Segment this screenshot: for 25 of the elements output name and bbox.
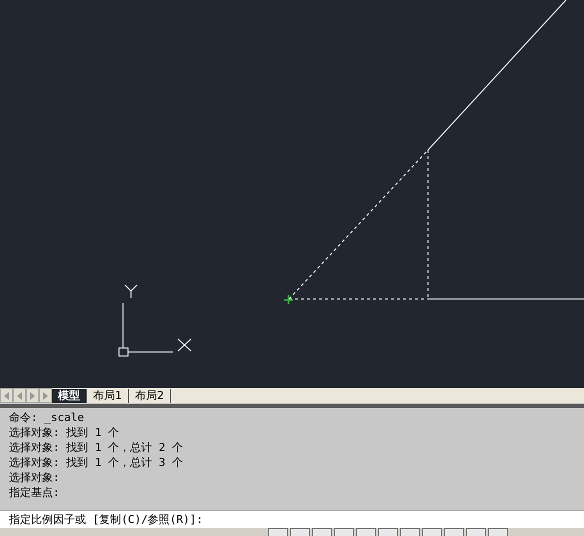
status-toggle-button[interactable] <box>444 528 464 536</box>
status-toggle-button[interactable] <box>400 528 420 536</box>
base-point-icon <box>284 295 293 304</box>
status-toggle-button[interactable] <box>334 528 354 536</box>
status-toggle-button[interactable] <box>466 528 486 536</box>
status-toggle-button[interactable] <box>488 528 508 536</box>
tab-scroll-button[interactable] <box>13 388 26 403</box>
command-history-line: 选择对象: 找到 1 个 <box>9 425 120 440</box>
command-history-line: 选择对象: 找到 1 个，总计 3 个 <box>9 455 184 470</box>
command-history-line: 指定基点: <box>9 485 61 500</box>
command-history-line: 选择对象: <box>9 470 61 485</box>
status-toggle-button[interactable] <box>422 528 442 536</box>
status-toggle-button[interactable] <box>356 528 376 536</box>
tab-scroll-button[interactable] <box>0 388 13 403</box>
command-line-field[interactable]: 指定比例因子或 [复制(C)/参照(R)]: <box>0 510 584 528</box>
layout-tab[interactable]: 模型 <box>52 389 87 403</box>
status-toggle-button[interactable] <box>378 528 398 536</box>
status-toggle-button[interactable] <box>268 528 288 536</box>
tab-scroll-button[interactable] <box>39 388 52 403</box>
command-history-line: 选择对象: 找到 1 个，总计 2 个 <box>9 440 184 455</box>
status-toggle-button[interactable] <box>312 528 332 536</box>
status-toggle-button[interactable] <box>290 528 310 536</box>
ucs-icon <box>118 284 192 356</box>
tab-scroll-button[interactable] <box>26 388 39 403</box>
command-history-line: 命令: _scale <box>9 410 85 425</box>
